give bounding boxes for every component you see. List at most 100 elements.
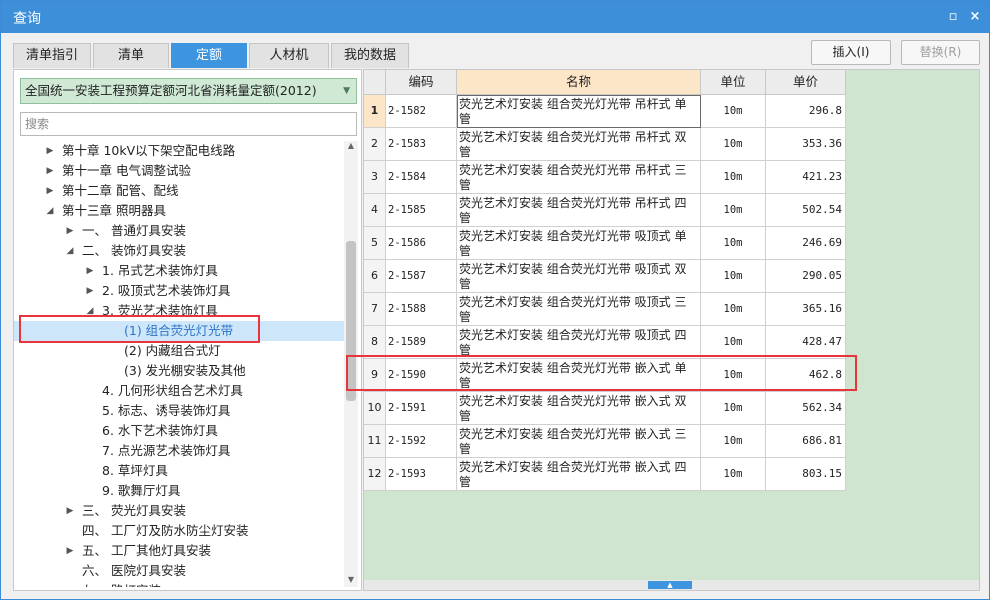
tree-item[interactable]: ▶ 三、 荧光灯具安装 [14,501,344,521]
close-icon[interactable]: × [967,9,983,25]
tab-3[interactable]: 人材机 [249,43,329,68]
table-cell-unit[interactable]: 10m [701,425,766,458]
restore-icon[interactable]: ▫ [945,9,961,25]
tree-item[interactable]: ▶ 第十章 10kV以下架空配电线路 [14,141,344,161]
table-cell-name[interactable]: 荧光艺术灯安装 组合荧光灯光带 吊杆式 三管 [457,161,701,194]
table-cell-code[interactable]: 2-1590 [386,359,457,392]
scroll-down-icon[interactable]: ▼ [344,575,358,587]
replace-button[interactable]: 替换(R) [901,40,980,65]
table-cell-unit[interactable]: 10m [701,359,766,392]
table-cell-code[interactable]: 2-1593 [386,458,457,491]
table-cell-unit[interactable]: 10m [701,326,766,359]
table-cell-name[interactable]: 荧光艺术灯安装 组合荧光灯光带 吊杆式 单管 [457,95,701,128]
table-cell-unit[interactable]: 10m [701,161,766,194]
table-cell-unit[interactable]: 10m [701,392,766,425]
collapse-arrow-icon[interactable]: ◢ [44,201,56,221]
tab-1[interactable]: 清单 [93,43,169,68]
table-cell-code[interactable]: 2-1584 [386,161,457,194]
table-cell-code[interactable]: 2-1592 [386,425,457,458]
table-cell-num[interactable]: 1 [364,95,386,128]
table-cell-name[interactable]: 荧光艺术灯安装 组合荧光灯光带 嵌入式 双管 [457,392,701,425]
table-cell-unit[interactable]: 10m [701,260,766,293]
table-cell-num[interactable]: 2 [364,128,386,161]
expand-arrow-icon[interactable]: ▶ [44,181,56,201]
library-select[interactable]: 全国统一安装工程预算定额河北省消耗量定额(2012) ▼ [20,78,357,104]
tree-item[interactable]: ◢ 二、 装饰灯具安装 [14,241,344,261]
search-input[interactable] [20,112,357,136]
table-hscrollbar-thumb[interactable]: ▲ [648,581,692,589]
tree-item[interactable]: 9. 歌舞厅灯具 [14,481,344,501]
collapse-arrow-icon[interactable]: ◢ [64,241,76,261]
table-cell-price[interactable]: 421.23 [766,161,846,194]
expand-arrow-icon[interactable]: ▶ [44,161,56,181]
tree-item[interactable]: ▶ 1. 吊式艺术装饰灯具 [14,261,344,281]
table-cell-num[interactable]: 7 [364,293,386,326]
insert-button[interactable]: 插入(I) [811,40,891,65]
expand-arrow-icon[interactable]: ▶ [64,541,76,561]
expand-arrow-icon[interactable]: ▶ [84,261,96,281]
table-cell-num[interactable]: 4 [364,194,386,227]
table-cell-name[interactable]: 荧光艺术灯安装 组合荧光灯光带 吊杆式 双管 [457,128,701,161]
header-name[interactable]: 名称 [457,70,701,95]
table-cell-name[interactable]: 荧光艺术灯安装 组合荧光灯光带 吊杆式 四管 [457,194,701,227]
expand-arrow-icon[interactable]: ▶ [64,221,76,241]
table-cell-code[interactable]: 2-1587 [386,260,457,293]
table-cell-code[interactable]: 2-1583 [386,128,457,161]
tab-2[interactable]: 定额 [171,43,247,68]
tree-item[interactable]: 4. 几何形状组合艺术灯具 [14,381,344,401]
tree-item[interactable]: ◢ 第十三章 照明器具 [14,201,344,221]
table-hscrollbar[interactable]: ▲ [364,580,979,590]
tree-scrollbar[interactable]: ▲ ▼ [344,141,358,587]
table-cell-unit[interactable]: 10m [701,458,766,491]
table-cell-num[interactable]: 12 [364,458,386,491]
table-cell-name[interactable]: 荧光艺术灯安装 组合荧光灯光带 吸顶式 四管 [457,326,701,359]
table-cell-name[interactable]: 荧光艺术灯安装 组合荧光灯光带 吸顶式 双管 [457,260,701,293]
tree-item[interactable]: ▶ 五、 工厂其他灯具安装 [14,541,344,561]
tab-0[interactable]: 清单指引 [13,43,91,68]
scroll-up-icon[interactable]: ▲ [344,141,358,153]
table-cell-num[interactable]: 11 [364,425,386,458]
table-cell-price[interactable]: 246.69 [766,227,846,260]
tree-item[interactable]: 四、 工厂灯及防水防尘灯安装 [14,521,344,541]
table-cell-unit[interactable]: 10m [701,293,766,326]
table-cell-price[interactable]: 502.54 [766,194,846,227]
table-cell-code[interactable]: 2-1586 [386,227,457,260]
table-cell-code[interactable]: 2-1591 [386,392,457,425]
table-cell-num[interactable]: 6 [364,260,386,293]
tree-item[interactable]: 5. 标志、诱导装饰灯具 [14,401,344,421]
table-cell-num[interactable]: 3 [364,161,386,194]
collapse-arrow-icon[interactable]: ◢ [84,301,96,321]
tree-item[interactable]: (3) 发光棚安装及其他 [14,361,344,381]
table-cell-name[interactable]: 荧光艺术灯安装 组合荧光灯光带 嵌入式 四管 [457,458,701,491]
table-cell-unit[interactable]: 10m [701,194,766,227]
table-cell-price[interactable]: 428.47 [766,326,846,359]
table-cell-code[interactable]: 2-1588 [386,293,457,326]
header-unit[interactable]: 单位 [701,70,766,95]
table-cell-name[interactable]: 荧光艺术灯安装 组合荧光灯光带 吸顶式 三管 [457,293,701,326]
tree-item[interactable]: 7. 点光源艺术装饰灯具 [14,441,344,461]
table-cell-unit[interactable]: 10m [701,227,766,260]
expand-arrow-icon[interactable]: ▶ [84,281,96,301]
tab-4[interactable]: 我的数据 [331,43,409,68]
table-cell-price[interactable]: 296.8 [766,95,846,128]
table-cell-price[interactable]: 686.81 [766,425,846,458]
table-cell-price[interactable]: 353.36 [766,128,846,161]
table-cell-code[interactable]: 2-1582 [386,95,457,128]
table-cell-num[interactable]: 5 [364,227,386,260]
tree-item[interactable]: 七、 路灯安装 [14,581,344,587]
tree-item[interactable]: ▶ 第十一章 电气调整试验 [14,161,344,181]
tree-item[interactable]: ▶ 2. 吸顶式艺术装饰灯具 [14,281,344,301]
table-cell-unit[interactable]: 10m [701,95,766,128]
table-cell-num[interactable]: 8 [364,326,386,359]
table-cell-price[interactable]: 803.15 [766,458,846,491]
table-cell-num[interactable]: 9 [364,359,386,392]
tree-item[interactable]: (1) 组合荧光灯光带 [14,321,344,341]
expand-arrow-icon[interactable]: ▶ [64,501,76,521]
tree-item[interactable]: 8. 草坪灯具 [14,461,344,481]
tree-item[interactable]: ◢ 3. 荧光艺术装饰灯具 [14,301,344,321]
tree-item[interactable]: ▶ 第十二章 配管、配线 [14,181,344,201]
table-cell-price[interactable]: 365.16 [766,293,846,326]
tree-item[interactable]: 6. 水下艺术装饰灯具 [14,421,344,441]
table-cell-price[interactable]: 290.05 [766,260,846,293]
table-cell-name[interactable]: 荧光艺术灯安装 组合荧光灯光带 嵌入式 三管 [457,425,701,458]
